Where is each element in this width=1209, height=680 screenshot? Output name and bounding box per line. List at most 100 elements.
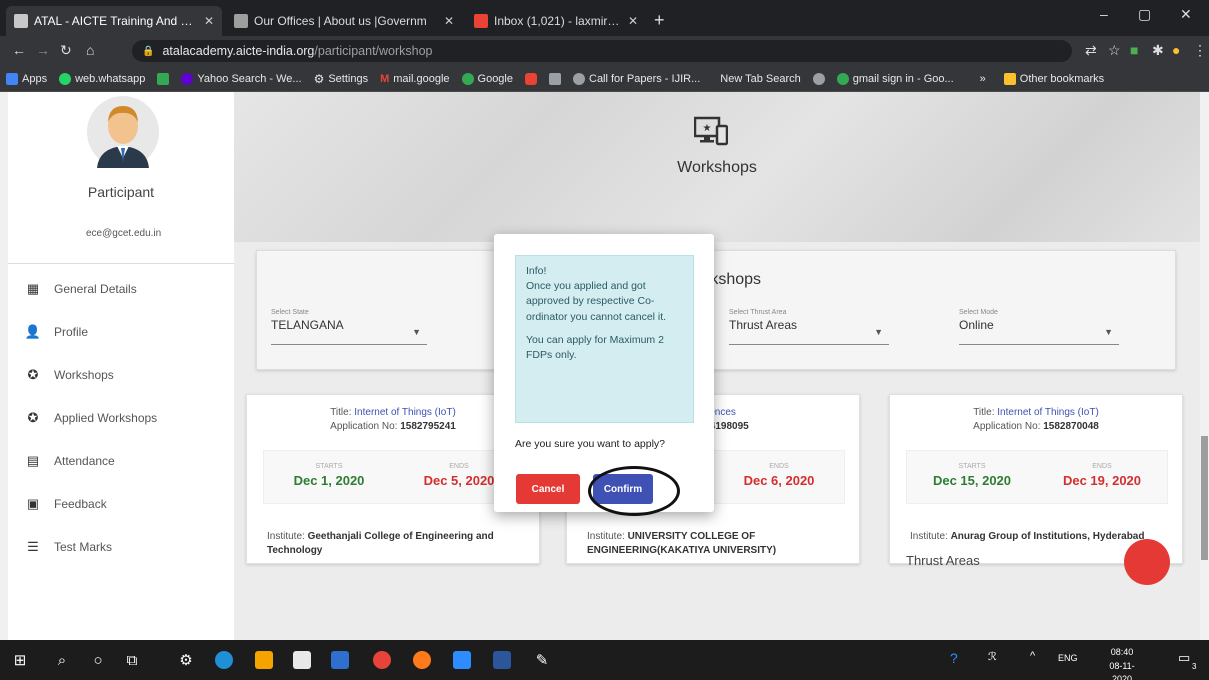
extension-icon[interactable]: ■ bbox=[1130, 42, 1138, 58]
sidebar-item-workshops[interactable]: ✪ Workshops bbox=[8, 353, 234, 396]
scrollbar-thumb[interactable] bbox=[1201, 436, 1208, 560]
bookmark-item[interactable] bbox=[151, 72, 175, 85]
profile-avatar-icon[interactable]: ● bbox=[1172, 42, 1180, 58]
other-bookmarks[interactable]: Other bookmarks bbox=[998, 72, 1110, 85]
maximize-icon[interactable]: ▢ bbox=[1138, 6, 1151, 23]
close-tab-icon[interactable]: ✕ bbox=[204, 14, 214, 28]
info-text: Once you applied and got approved by res… bbox=[526, 280, 667, 323]
field-value: TELANGANA bbox=[271, 318, 344, 332]
bookmark-callforpapers[interactable]: Call for Papers - IJIR... bbox=[567, 72, 706, 85]
gmail-icon bbox=[474, 14, 488, 28]
address-field[interactable]: 🔒 atalacademy.aicte-india.org /participa… bbox=[132, 40, 1072, 62]
sidebar-item-attendance[interactable]: ▤ Attendance bbox=[8, 439, 234, 482]
settings-gear-icon[interactable]: ⚙ bbox=[176, 650, 196, 670]
confirm-dialog: Info! Once you applied and got approved … bbox=[494, 234, 714, 512]
bookmark-item[interactable] bbox=[807, 72, 831, 85]
bookmarks-overflow[interactable]: » bbox=[974, 73, 992, 85]
gear-icon: ⚙ bbox=[313, 71, 325, 86]
sidebar-item-general-details[interactable]: ▦ General Details bbox=[8, 267, 234, 310]
state-select[interactable]: Select State TELANGANA ▼ bbox=[271, 309, 427, 345]
sidebar-item-applied-workshops[interactable]: ✪ Applied Workshops bbox=[8, 396, 234, 439]
apply-fab-button[interactable] bbox=[1124, 539, 1170, 585]
workshop-title-link[interactable]: Internet of Things (IoT) bbox=[997, 407, 1099, 418]
app-no: 1582795241 bbox=[400, 421, 456, 432]
youtube-icon bbox=[525, 72, 537, 85]
browser-tab[interactable]: Our Offices | About us |Governm ✕ bbox=[226, 6, 462, 36]
sidebar-item-feedback[interactable]: ▣ Feedback bbox=[8, 482, 234, 525]
tab-title: Our Offices | About us |Governm bbox=[254, 14, 427, 28]
google-icon bbox=[836, 72, 849, 85]
edge-icon[interactable] bbox=[214, 650, 234, 670]
svg-text:★: ★ bbox=[703, 123, 712, 134]
close-tab-icon[interactable]: ✕ bbox=[628, 14, 638, 28]
bookmark-label: New Tab Search bbox=[720, 72, 801, 85]
browser-tab[interactable]: Inbox (1,021) - laxmireddy.mitta ✕ bbox=[466, 6, 646, 36]
word-icon[interactable] bbox=[492, 650, 512, 670]
firefox-icon[interactable] bbox=[412, 650, 432, 670]
bookmark-star-icon[interactable]: ☆ bbox=[1108, 42, 1121, 59]
chevron-up-icon[interactable]: ^ bbox=[1030, 650, 1035, 662]
video-call-icon[interactable] bbox=[452, 650, 472, 670]
end-label: ENDS bbox=[1092, 463, 1112, 470]
paint-icon[interactable]: ✎ bbox=[532, 650, 552, 670]
home-icon[interactable]: ⌂ bbox=[86, 42, 94, 58]
bookmark-icon bbox=[157, 72, 170, 85]
mode-select[interactable]: Select Mode Online ▼ bbox=[959, 309, 1119, 345]
inst-prefix: Institute: bbox=[587, 531, 628, 542]
bookmark-yahoo[interactable]: Yahoo Search - We... bbox=[175, 72, 307, 85]
translate-icon[interactable]: ⇄ bbox=[1085, 42, 1097, 59]
cancel-button[interactable]: Cancel bbox=[516, 474, 580, 504]
notification-icon[interactable]: ▭ bbox=[1178, 650, 1190, 666]
language-indicator[interactable]: ENG bbox=[1058, 653, 1078, 663]
workshop-card[interactable]: Title: Internet of Things (IoT) Applicat… bbox=[889, 394, 1183, 585]
workshop-icon: ✪ bbox=[27, 409, 39, 425]
app-icon[interactable] bbox=[254, 650, 274, 670]
puzzle-icon[interactable]: ✱ bbox=[1152, 42, 1164, 59]
close-tab-icon[interactable]: ✕ bbox=[444, 14, 454, 28]
card-title: Title: Internet of Things (IoT) bbox=[890, 407, 1182, 418]
thrust-area-select[interactable]: Select Thrust Area Thrust Areas ▼ bbox=[729, 309, 889, 345]
bookmark-icon bbox=[549, 72, 561, 85]
browser-tab[interactable]: ATAL - AICTE Training And Learni ✕ bbox=[6, 6, 222, 36]
help-icon[interactable]: ? bbox=[950, 650, 958, 666]
tab-favicon-icon bbox=[14, 14, 28, 28]
people-icon[interactable]: ℛ bbox=[988, 650, 997, 663]
sidebar: Participant ece@gcet.edu.in ▦ General De… bbox=[8, 92, 234, 640]
sidebar-menu: ▦ General Details 👤 Profile ✪ Workshops … bbox=[8, 267, 234, 568]
bookmark-apps[interactable]: Apps bbox=[0, 72, 53, 85]
sidebar-item-label: Feedback bbox=[54, 496, 107, 511]
cortana-icon[interactable]: ○ bbox=[88, 650, 108, 670]
sidebar-item-test-marks[interactable]: ☰ Test Marks bbox=[8, 525, 234, 568]
chrome-icon[interactable] bbox=[372, 650, 392, 670]
windows-start-icon[interactable]: ⊞ bbox=[10, 650, 30, 670]
page-header: ★ Workshops bbox=[234, 92, 1200, 242]
tab-title: Inbox (1,021) - laxmireddy.mitta bbox=[494, 14, 622, 28]
bookmark-label: Yahoo Search - We... bbox=[197, 72, 302, 85]
minimize-icon[interactable]: – bbox=[1100, 6, 1108, 22]
bookmark-google[interactable]: Google bbox=[456, 72, 519, 85]
photos-icon[interactable] bbox=[330, 650, 350, 670]
close-window-icon[interactable]: ✕ bbox=[1180, 6, 1192, 23]
new-tab-button[interactable]: + bbox=[654, 10, 665, 31]
bookmark-newtabsearch[interactable]: New Tab Search bbox=[714, 73, 807, 85]
chevron-down-icon: ▼ bbox=[874, 327, 883, 337]
bookmark-item[interactable] bbox=[519, 72, 543, 85]
search-icon[interactable]: ⌕ bbox=[52, 650, 72, 670]
reload-icon[interactable]: ↻ bbox=[60, 42, 72, 59]
bookmark-whatsapp[interactable]: web.whatsapp bbox=[53, 72, 151, 85]
task-view-icon[interactable]: ⧉ bbox=[122, 650, 142, 670]
end-value: Dec 19, 2020 bbox=[1062, 473, 1142, 488]
folder-icon bbox=[1003, 72, 1016, 85]
store-icon[interactable] bbox=[292, 650, 312, 670]
bookmark-item[interactable] bbox=[543, 72, 567, 85]
menu-kebab-icon[interactable]: ⋮ bbox=[1193, 42, 1207, 59]
bookmark-settings[interactable]: ⚙ Settings bbox=[308, 72, 375, 86]
forward-icon[interactable]: → bbox=[36, 42, 50, 58]
url-host: atalacademy.aicte-india.org bbox=[162, 44, 315, 58]
bookmark-mail[interactable]: Mmail.google bbox=[374, 73, 455, 85]
bookmark-gmail-signin[interactable]: gmail sign in - Goo... bbox=[831, 72, 960, 85]
sidebar-item-profile[interactable]: 👤 Profile bbox=[8, 310, 234, 353]
back-icon[interactable]: ← bbox=[12, 42, 26, 58]
clock[interactable]: 08:40 08-11-2020 bbox=[1102, 646, 1142, 680]
workshop-title-link[interactable]: Internet of Things (IoT) bbox=[354, 407, 456, 418]
